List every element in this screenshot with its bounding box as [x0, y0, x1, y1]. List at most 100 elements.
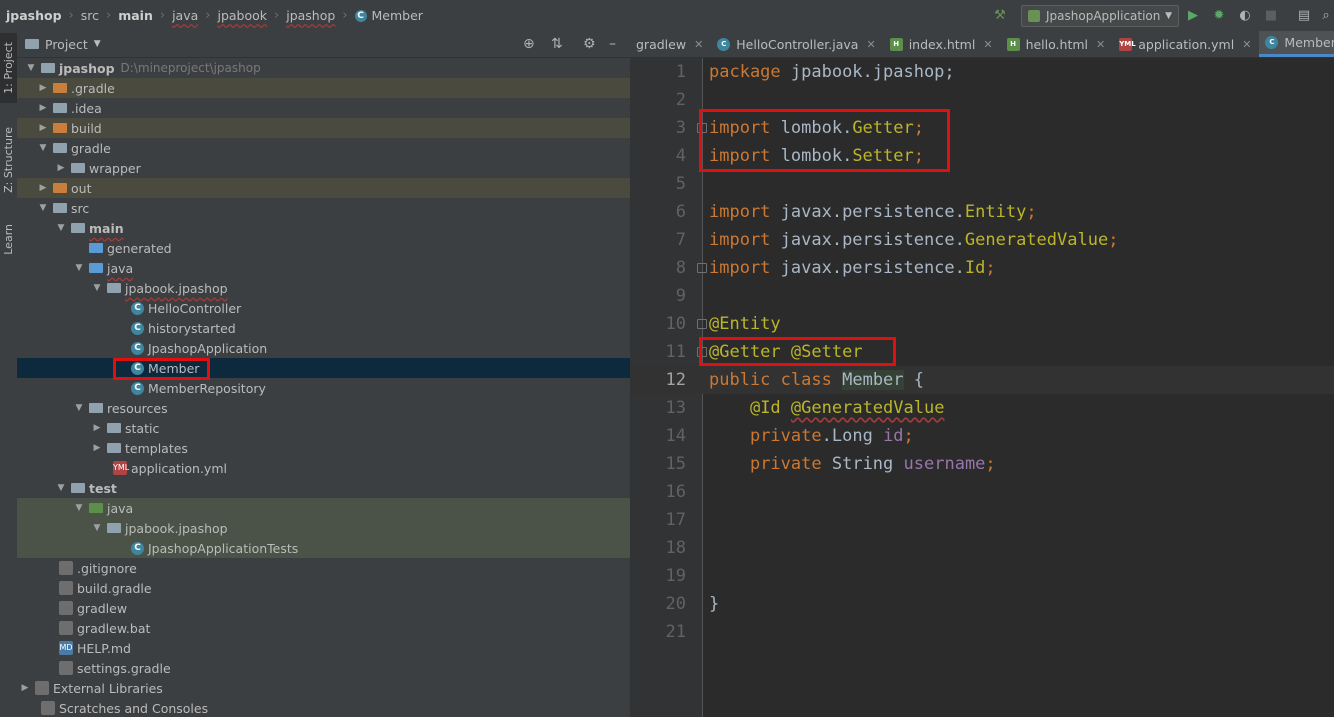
- tree-item[interactable]: ▶ templates: [17, 438, 630, 458]
- chevron-right-icon[interactable]: ▶: [91, 423, 103, 433]
- breadcrumb-item-jpashop[interactable]: jpashop: [286, 8, 335, 23]
- tree-item[interactable]: ▼ java: [17, 258, 630, 278]
- tree-item[interactable]: C JpashopApplicationTests: [17, 538, 630, 558]
- tree-item[interactable]: ▶ External Libraries: [17, 678, 630, 698]
- tree-item[interactable]: ▼ jpashop D:\mineproject\jpashop: [17, 58, 630, 78]
- chevron-down-icon[interactable]: ▼: [25, 63, 37, 73]
- chevron-down-icon[interactable]: ▼: [37, 143, 49, 153]
- tree-item[interactable]: MD HELP.md: [17, 638, 630, 658]
- breadcrumb-item-src[interactable]: src: [81, 8, 99, 23]
- folder-icon: [89, 263, 103, 273]
- chevron-down-icon[interactable]: ▼: [94, 39, 101, 49]
- tree-item[interactable]: C JpashopApplication: [17, 338, 630, 358]
- tab-member-java[interactable]: CMember.java✕: [1259, 31, 1334, 57]
- tree-item[interactable]: ▶ wrapper: [17, 158, 630, 178]
- tree-item[interactable]: build.gradle: [17, 578, 630, 598]
- tree-item[interactable]: ▼ gradle: [17, 138, 630, 158]
- project-tree: ▼ jpashop D:\mineproject\jpashop ▶ .gradle …: [17, 58, 630, 717]
- code-line: 18: [665, 538, 686, 558]
- chevron-right-icon[interactable]: ▶: [91, 443, 103, 453]
- tree-item[interactable]: ▶ out: [17, 178, 630, 198]
- tab-application-yml[interactable]: YML application.yml ✕: [1113, 31, 1259, 57]
- tab-index-html[interactable]: Hindex.html ✕: [884, 31, 1001, 57]
- tree-item[interactable]: ▼ test: [17, 478, 630, 498]
- chevron-down-icon[interactable]: ▼: [91, 523, 103, 533]
- coverage-icon[interactable]: ◐: [1237, 7, 1253, 23]
- breadcrumb-item-jpabook[interactable]: jpabook: [217, 8, 267, 23]
- folder-icon: [71, 163, 85, 173]
- chevron-down-icon[interactable]: ▼: [91, 283, 103, 293]
- project-view-icon: [25, 39, 39, 49]
- tree-item[interactable]: C HelloController: [17, 298, 630, 318]
- tree-item-selected[interactable]: C Member: [17, 358, 630, 378]
- chevron-down-icon[interactable]: ▼: [37, 203, 49, 213]
- tab-learn[interactable]: Learn: [0, 213, 17, 265]
- tab-hello-controller[interactable]: C HelloController.java ✕: [711, 31, 883, 57]
- project-view-selector[interactable]: Project: [45, 37, 88, 52]
- chevron-down-icon[interactable]: ▼: [73, 503, 85, 513]
- gear-icon[interactable]: ⚙: [583, 36, 596, 52]
- breadcrumb-separator: ›: [205, 8, 211, 23]
- project-structure-icon[interactable]: ▤: [1296, 7, 1312, 23]
- close-icon[interactable]: ✕: [983, 38, 992, 51]
- tab-project[interactable]: 1: Project: [0, 33, 17, 103]
- tree-item[interactable]: ▼ main: [17, 218, 630, 238]
- search-everywhere-icon[interactable]: ⌕: [1318, 7, 1334, 23]
- chevron-right-icon[interactable]: ▶: [55, 163, 67, 173]
- chevron-down-icon[interactable]: ▼: [55, 483, 67, 493]
- chevron-down-icon[interactable]: ▼: [73, 263, 85, 273]
- tree-item[interactable]: settings.gradle: [17, 658, 630, 678]
- fold-icon[interactable]: [697, 263, 707, 273]
- tree-item[interactable]: Scratches and Consoles: [17, 698, 630, 717]
- tree-item[interactable]: gradlew: [17, 598, 630, 618]
- tree-item[interactable]: gradlew.bat: [17, 618, 630, 638]
- tree-item[interactable]: ▶ build: [17, 118, 630, 138]
- tree-item[interactable]: ▼ src: [17, 198, 630, 218]
- close-icon[interactable]: ✕: [694, 38, 703, 51]
- chevron-right-icon[interactable]: ▶: [37, 123, 49, 133]
- collapse-all-icon[interactable]: ⇅: [551, 36, 563, 52]
- resources-folder-icon: [89, 403, 103, 413]
- run-configuration-select[interactable]: JpashopApplication ▼: [1021, 5, 1179, 27]
- build-hammer-icon[interactable]: ⚒: [992, 7, 1008, 23]
- tree-item[interactable]: .gitignore: [17, 558, 630, 578]
- debug-icon[interactable]: ✹: [1211, 7, 1227, 23]
- breadcrumb-item-java[interactable]: java: [172, 8, 198, 23]
- close-icon[interactable]: ✕: [1242, 38, 1251, 51]
- locate-icon[interactable]: ⊕: [523, 36, 535, 52]
- tree-item[interactable]: YML application.yml: [17, 458, 630, 478]
- hide-icon[interactable]: –: [609, 36, 616, 52]
- code-line: 8 import javax.persistence.Id;: [675, 258, 996, 278]
- breadcrumb-item-member[interactable]: C Member: [354, 8, 423, 23]
- close-icon[interactable]: ✕: [1096, 38, 1105, 51]
- chevron-right-icon[interactable]: ▶: [37, 183, 49, 193]
- tree-item[interactable]: generated: [17, 238, 630, 258]
- tree-item[interactable]: ▶ .idea: [17, 98, 630, 118]
- code-line: 13 @Id @GeneratedValue: [665, 398, 945, 418]
- chevron-down-icon[interactable]: ▼: [73, 403, 85, 413]
- highlight-box-member: [113, 358, 210, 380]
- fold-icon[interactable]: [697, 319, 707, 329]
- stop-icon[interactable]: ■: [1263, 7, 1279, 23]
- tab-hello-html[interactable]: Hhello.html ✕: [1001, 31, 1114, 57]
- tree-item[interactable]: C MemberRepository: [17, 378, 630, 398]
- tree-item[interactable]: Chistorystarted: [17, 318, 630, 338]
- tab-structure[interactable]: Z: Structure: [0, 119, 17, 201]
- run-icon[interactable]: ▶: [1185, 7, 1201, 23]
- tab-gradlew[interactable]: gradlew ✕: [630, 31, 711, 57]
- chevron-right-icon[interactable]: ▶: [37, 103, 49, 113]
- tree-item[interactable]: ▼ resources: [17, 398, 630, 418]
- tree-item[interactable]: ▼ jpabook.jpashop: [17, 518, 630, 538]
- tree-item[interactable]: ▶ .gradle: [17, 78, 630, 98]
- breadcrumb-separator: ›: [68, 8, 74, 23]
- tree-item[interactable]: ▶ static: [17, 418, 630, 438]
- tree-item[interactable]: ▼ jpabook.jpashop: [17, 278, 630, 298]
- chevron-down-icon[interactable]: ▼: [55, 223, 67, 233]
- chevron-right-icon[interactable]: ▶: [19, 683, 31, 693]
- breadcrumb-item-project[interactable]: jpashop: [6, 8, 62, 23]
- tree-item[interactable]: ▼ java: [17, 498, 630, 518]
- chevron-right-icon[interactable]: ▶: [37, 83, 49, 93]
- close-icon[interactable]: ✕: [866, 38, 875, 51]
- folder-icon: [89, 243, 103, 253]
- breadcrumb-item-main[interactable]: main: [118, 8, 153, 23]
